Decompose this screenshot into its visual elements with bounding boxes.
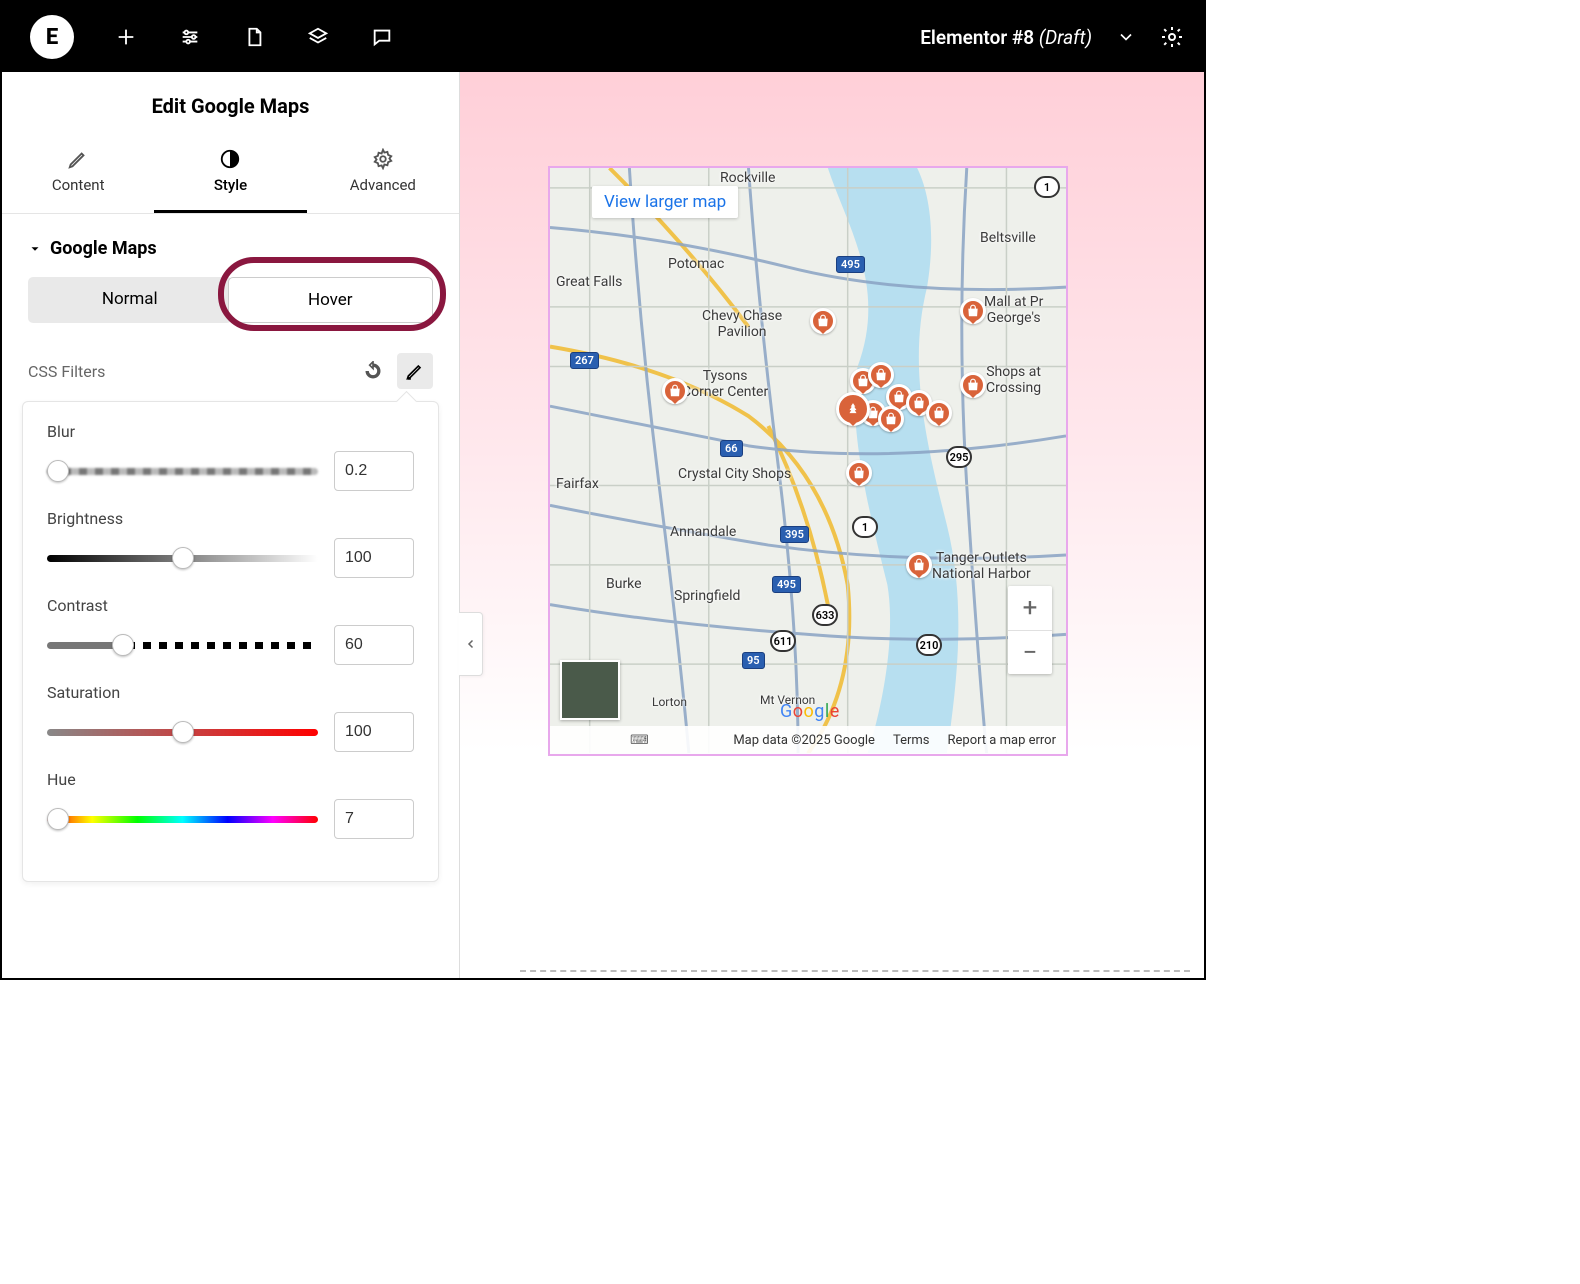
tab-style[interactable]: Style bbox=[154, 138, 306, 213]
google-maps-widget[interactable]: View larger map Rockville Potomac Great Fa… bbox=[548, 166, 1068, 756]
document-icon[interactable] bbox=[242, 25, 266, 49]
interstate-shield: 395 bbox=[780, 526, 809, 543]
interstate-shield: 66 bbox=[720, 440, 743, 457]
map-place-label: Rockville bbox=[720, 170, 775, 186]
interstate-shield: 495 bbox=[772, 576, 801, 593]
map-report-link[interactable]: Report a map error bbox=[947, 733, 1056, 748]
map-place-label: Burke bbox=[606, 576, 642, 592]
map-place-label: Lorton bbox=[652, 696, 687, 710]
pencil-icon bbox=[67, 148, 89, 170]
map-place-label: Chevy ChasePavilion bbox=[702, 308, 782, 340]
chevron-left-icon bbox=[465, 638, 477, 650]
elementor-logo-icon[interactable]: E bbox=[30, 15, 74, 59]
zoom-out-button[interactable]: − bbox=[1008, 630, 1052, 674]
state-toggle: Normal Hover bbox=[28, 277, 433, 323]
map-marker-icon[interactable] bbox=[868, 362, 894, 388]
route-shield: 1 bbox=[852, 516, 878, 538]
editor-side-panel: Edit Google Maps Content Style Advanced … bbox=[2, 72, 460, 978]
keyboard-icon[interactable]: ⌨ bbox=[630, 733, 649, 748]
css-filters-row: CSS Filters bbox=[2, 343, 459, 395]
view-larger-map-link[interactable]: View larger map bbox=[592, 186, 738, 218]
filter-saturation-label: Saturation bbox=[47, 683, 414, 702]
state-normal-button[interactable]: Normal bbox=[28, 277, 232, 323]
filter-hue-slider[interactable] bbox=[47, 809, 318, 829]
map-place-label: Great Falls bbox=[556, 274, 622, 290]
map-marker-icon[interactable] bbox=[926, 400, 952, 426]
map-place-label: Fairfax bbox=[556, 476, 599, 492]
filter-contrast-input[interactable] bbox=[334, 625, 414, 665]
filter-saturation-slider[interactable] bbox=[47, 722, 318, 742]
map-place-label: Annandale bbox=[670, 524, 736, 540]
half-circle-icon bbox=[219, 148, 241, 170]
panel-tabs: Content Style Advanced bbox=[2, 138, 459, 214]
panel-title: Edit Google Maps bbox=[2, 72, 459, 138]
route-shield: 210 bbox=[916, 634, 942, 656]
map-marker-icon[interactable] bbox=[960, 372, 986, 398]
document-title[interactable]: Elementor #8 (Draft) bbox=[920, 26, 1092, 49]
map-place-label: Springfield bbox=[674, 588, 740, 604]
filter-brightness-label: Brightness bbox=[47, 509, 414, 528]
map-terms-link[interactable]: Terms bbox=[893, 733, 930, 748]
map-marker-icon[interactable] bbox=[878, 406, 904, 432]
edit-filters-icon[interactable] bbox=[397, 353, 433, 389]
filter-blur-slider[interactable] bbox=[47, 461, 318, 481]
filter-blur-label: Blur bbox=[47, 422, 414, 441]
map-marker-icon[interactable] bbox=[810, 308, 836, 334]
map-place-label: Tanger OutletsNational Harbor bbox=[932, 550, 1031, 582]
filter-hue-label: Hue bbox=[47, 770, 414, 789]
caret-down-icon bbox=[28, 242, 42, 256]
map-marker-icon[interactable] bbox=[662, 378, 688, 404]
canvas-area: View larger map Rockville Potomac Great Fa… bbox=[460, 72, 1204, 978]
map-marker-central-icon[interactable] bbox=[836, 392, 870, 426]
map-place-label: Mall at PrGeorge's bbox=[984, 294, 1043, 326]
map-marker-icon[interactable] bbox=[960, 298, 986, 324]
route-shield: 1 bbox=[1034, 176, 1060, 198]
filter-contrast-slider[interactable] bbox=[47, 635, 318, 655]
add-icon[interactable] bbox=[114, 25, 138, 49]
layers-icon[interactable] bbox=[306, 25, 330, 49]
google-logo: Google bbox=[780, 701, 840, 722]
filter-brightness-input[interactable] bbox=[334, 538, 414, 578]
route-shield: 611 bbox=[770, 630, 796, 652]
map-place-label: Crystal City Shops bbox=[678, 466, 791, 482]
interstate-shield: 95 bbox=[742, 652, 765, 669]
interstate-shield: 495 bbox=[836, 256, 865, 273]
tab-content[interactable]: Content bbox=[2, 138, 154, 213]
top-toolbar: E Elementor #8 (Draft) bbox=[2, 2, 1204, 72]
settings-sliders-icon[interactable] bbox=[178, 25, 202, 49]
satellite-thumbnail[interactable] bbox=[560, 660, 620, 720]
gear-icon[interactable] bbox=[1160, 25, 1184, 49]
filter-saturation-input[interactable] bbox=[334, 712, 414, 752]
filters-panel: Blur Brightness Contrast Saturation bbox=[22, 401, 439, 882]
tab-advanced[interactable]: Advanced bbox=[307, 138, 459, 213]
map-zoom-control: + − bbox=[1008, 586, 1052, 674]
route-shield: 633 bbox=[812, 604, 838, 626]
gear-icon bbox=[372, 148, 394, 170]
zoom-in-button[interactable]: + bbox=[1008, 586, 1052, 630]
map-place-label: Potomac bbox=[668, 256, 724, 272]
map-place-label: Shops atCrossing bbox=[986, 364, 1041, 396]
filter-contrast-label: Contrast bbox=[47, 596, 414, 615]
state-hover-button[interactable]: Hover bbox=[228, 277, 434, 323]
map-marker-icon[interactable] bbox=[906, 552, 932, 578]
map-background bbox=[550, 168, 1066, 753]
map-marker-icon[interactable] bbox=[846, 460, 872, 486]
map-place-label: Beltsville bbox=[980, 230, 1036, 246]
filter-brightness-slider[interactable] bbox=[47, 548, 318, 568]
reset-icon[interactable] bbox=[355, 353, 391, 389]
interstate-shield: 267 bbox=[570, 352, 599, 369]
add-section-placeholder[interactable] bbox=[520, 970, 1190, 972]
filter-hue-input[interactable] bbox=[334, 799, 414, 839]
section-header-google-maps[interactable]: Google Maps bbox=[2, 214, 459, 277]
comment-icon[interactable] bbox=[370, 25, 394, 49]
filter-blur-input[interactable] bbox=[334, 451, 414, 491]
route-shield: 295 bbox=[946, 446, 972, 468]
map-footer: ⌨ Map data ©2025 Google Terms Report a m… bbox=[550, 726, 1066, 754]
chevron-down-icon[interactable] bbox=[1114, 25, 1138, 49]
css-filters-label: CSS Filters bbox=[28, 362, 105, 381]
panel-collapse-handle[interactable] bbox=[459, 612, 483, 676]
map-attribution: Map data ©2025 Google bbox=[733, 733, 875, 748]
map-place-label: TysonsCorner Center bbox=[682, 368, 768, 400]
